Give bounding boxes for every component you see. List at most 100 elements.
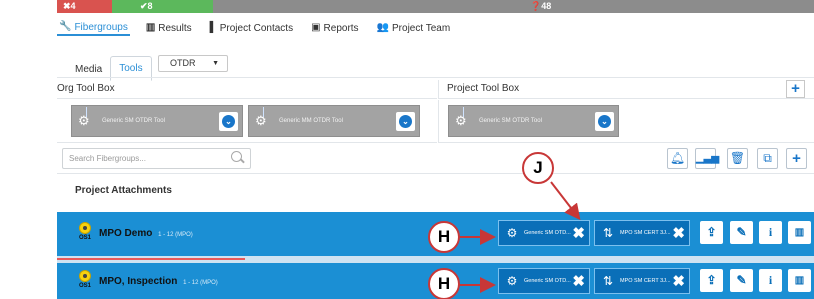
notifications-button[interactable]: 🔔︎ xyxy=(667,148,688,169)
nav-project-contacts-label: Project Contacts xyxy=(219,22,294,34)
chip-tool-name: Generic SM OTD... xyxy=(524,278,571,284)
pending-count[interactable]: ❓48 xyxy=(213,0,814,13)
test-status-bar: ✖4 ✔8 ❓48 xyxy=(57,0,814,13)
cert-meter-icon: ⇅ xyxy=(602,226,614,240)
tool-dropdown-button[interactable]: ⌄ xyxy=(396,111,415,131)
upload-button[interactable]: ⇪ xyxy=(700,221,723,244)
tool-type-value: OTDR xyxy=(170,58,196,68)
remove-tool-icon[interactable]: ✖ xyxy=(672,272,685,290)
fiber-type-icon xyxy=(79,270,91,282)
gear-icon: ⚙ xyxy=(506,226,518,240)
add-project-tool-button[interactable]: + xyxy=(786,80,805,98)
remove-tool-icon[interactable]: ✖ xyxy=(572,272,585,290)
progress-indicator xyxy=(57,258,245,260)
pass-count[interactable]: ✔8 xyxy=(112,0,213,13)
fibergroup-title: MPO, Inspection xyxy=(99,276,178,287)
wrench-icon: 🔧 xyxy=(59,21,72,32)
callout-h: H xyxy=(428,221,460,253)
copy-button[interactable]: ⧉ xyxy=(757,148,778,169)
bar-chart-icon: ▥ xyxy=(794,227,805,238)
search-input[interactable] xyxy=(62,148,251,169)
nav-reports[interactable]: ▣ Reports xyxy=(309,20,360,36)
nav-results-label: Results xyxy=(158,22,192,34)
results-chart-button[interactable]: ▥ xyxy=(788,269,811,292)
search-toolbar: 🔔︎ ▁▃▅ 🗑︎ ⧉ + xyxy=(57,144,814,174)
assigned-tool-chip[interactable]: ⇅ MPO SM CERT 3J... ✖ xyxy=(594,220,690,246)
org-tool-card[interactable]: ⚙ Generic SM OTDR Tool ⌄ xyxy=(71,105,243,137)
upload-icon: ⇪ xyxy=(706,273,717,287)
remove-tool-icon[interactable]: ✖ xyxy=(672,224,685,242)
assigned-tool-chip[interactable]: ⚙ Generic SM OTD... ✖ xyxy=(498,268,590,294)
tab-divider xyxy=(57,77,814,78)
signal-bars-icon: ▁▃▅ xyxy=(696,153,720,164)
callout-h: H xyxy=(428,268,460,299)
chevron-down-icon: ⌄ xyxy=(399,114,412,128)
chip-tool-name: MPO SM CERT 3J... xyxy=(620,230,671,236)
tool-dropdown-button[interactable]: ⌄ xyxy=(595,111,614,131)
assigned-tool-chip[interactable]: ⇅ MPO SM CERT 3J... ✖ xyxy=(594,268,690,294)
fail-count[interactable]: ✖4 xyxy=(57,0,112,13)
fiber-count: 1 - 12 (MPO) xyxy=(183,280,218,286)
top-nav: 🔧 Fibergroups ▥ Results ▌ Project Contac… xyxy=(57,20,452,36)
os1-badge: OS1 xyxy=(77,270,93,289)
remove-tool-icon[interactable]: ✖ xyxy=(572,224,585,242)
chevron-down-icon: ⌄ xyxy=(222,114,235,128)
assigned-tool-chip[interactable]: ⚙ Generic SM OTD... ✖ xyxy=(498,220,590,246)
bell-icon: 🔔︎ xyxy=(669,151,686,165)
trash-icon: 🗑︎ xyxy=(729,151,746,165)
fiber-count: 1 - 12 (MPO) xyxy=(158,232,193,238)
bar-chart-icon: ▥ xyxy=(794,275,805,286)
os1-badge: OS1 xyxy=(77,222,93,241)
nav-fibergroups-label: Fibergroups xyxy=(74,21,128,33)
project-tool-card[interactable]: ⚙ Generic SM OTDR Tool ⌄ xyxy=(448,105,619,137)
gear-icon: ⚙ xyxy=(455,107,473,129)
caret-down-icon: ▼ xyxy=(212,60,219,67)
project-toolbox-header: Project Tool Box xyxy=(438,80,814,99)
pencil-icon: ✎ xyxy=(736,225,747,239)
results-chart-button[interactable]: ▥ xyxy=(788,221,811,244)
fibergroup-name[interactable]: MPO Demo 1 - 12 (MPO) xyxy=(99,228,193,239)
fiber-type-label: OS1 xyxy=(78,283,91,289)
report-icon: ▣ xyxy=(311,22,321,33)
info-button[interactable]: i xyxy=(759,221,782,244)
chip-tool-name: Generic SM OTD... xyxy=(524,230,571,236)
org-toolbox-title: Org Tool Box xyxy=(57,83,115,94)
address-book-icon: ▌ xyxy=(209,22,217,33)
fibergroup-title: MPO Demo xyxy=(99,228,153,239)
nav-project-team-label: Project Team xyxy=(392,22,451,34)
callout-j: J xyxy=(522,152,554,184)
gear-icon: ⚙ xyxy=(255,107,273,129)
org-toolbox-header: Org Tool Box xyxy=(57,80,437,99)
row-separator xyxy=(57,256,814,263)
bar-chart-icon: ▥ xyxy=(145,22,156,33)
nav-reports-label: Reports xyxy=(323,22,359,34)
tool-type-select[interactable]: OTDR ▼ xyxy=(158,55,228,72)
search-icon[interactable] xyxy=(231,151,242,162)
tool-name: Generic SM OTDR Tool xyxy=(479,118,542,124)
delete-button[interactable]: 🗑︎ xyxy=(727,148,748,169)
edit-button[interactable]: ✎ xyxy=(730,221,753,244)
edit-button[interactable]: ✎ xyxy=(730,269,753,292)
chevron-down-icon: ⌄ xyxy=(598,114,611,128)
nav-results[interactable]: ▥ Results xyxy=(144,20,194,36)
nav-project-contacts[interactable]: ▌ Project Contacts xyxy=(208,20,295,36)
fibergroup-name[interactable]: MPO, Inspection 1 - 12 (MPO) xyxy=(99,276,218,287)
cert-meter-icon: ⇅ xyxy=(602,274,614,288)
signal-button[interactable]: ▁▃▅ xyxy=(695,148,720,169)
gear-icon: ⚙ xyxy=(78,107,96,129)
nav-fibergroups[interactable]: 🔧 Fibergroups xyxy=(57,20,130,36)
app-page: ✖4 ✔8 ❓48 🔧 Fibergroups ▥ Results ▌ Proj… xyxy=(57,0,814,299)
info-icon: i xyxy=(768,273,773,287)
upload-button[interactable]: ⇪ xyxy=(700,269,723,292)
fiber-type-label: OS1 xyxy=(78,235,91,241)
add-fibergroup-button[interactable]: + xyxy=(786,148,807,169)
project-toolbox-title: Project Tool Box xyxy=(447,83,520,94)
nav-project-team[interactable]: 👥 Project Team xyxy=(375,20,453,36)
tool-name: Generic SM OTDR Tool xyxy=(102,118,165,124)
org-tool-card[interactable]: ⚙ Generic MM OTDR Tool ⌄ xyxy=(248,105,420,137)
tool-dropdown-button[interactable]: ⌄ xyxy=(219,111,238,131)
info-icon: i xyxy=(768,225,773,239)
copy-icon: ⧉ xyxy=(763,151,772,165)
fiber-type-icon xyxy=(79,222,91,234)
info-button[interactable]: i xyxy=(759,269,782,292)
